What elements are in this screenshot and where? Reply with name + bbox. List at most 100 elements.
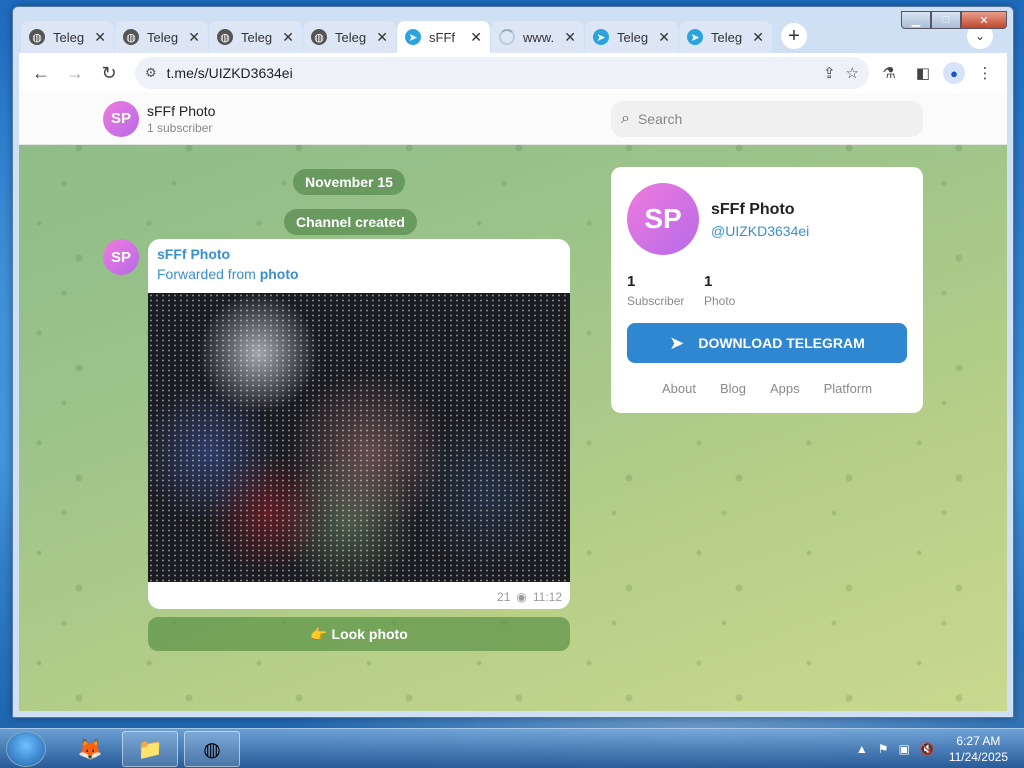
channel-title[interactable]: sFFf Photo xyxy=(147,103,215,119)
message-meta: 21 ◉ 11:12 xyxy=(497,590,562,604)
new-tab-button[interactable]: + xyxy=(781,23,807,49)
photo-noise xyxy=(148,293,570,582)
app-fox-icon[interactable]: 🦊 xyxy=(62,731,118,767)
message-avatar[interactable]: SP xyxy=(103,239,139,275)
file-explorer-icon[interactable]: 📁 xyxy=(122,731,178,767)
link-apps[interactable]: Apps xyxy=(770,381,800,396)
back-button[interactable]: ← xyxy=(27,59,55,87)
close-icon[interactable]: ✕ xyxy=(752,29,764,46)
telegram-icon: ➤ xyxy=(687,29,703,45)
side-panel-icon[interactable]: ◧ xyxy=(909,59,937,87)
stat-label: Photo xyxy=(704,294,736,308)
globe-icon: ◍ xyxy=(217,29,233,45)
message-photo[interactable] xyxy=(148,293,570,582)
browser-tab-active[interactable]: ➤ sFFf ✕ xyxy=(397,21,490,53)
forwarded-prefix: Forwarded from xyxy=(157,266,260,282)
share-icon[interactable]: ⇪ xyxy=(823,64,836,82)
subscriber-count: 1 subscriber xyxy=(147,120,213,135)
tab-title: Teleg xyxy=(147,29,179,45)
message-bubble: sFFf Photo Forwarded from photo 21 ◉ 11:… xyxy=(148,239,570,609)
browser-tab[interactable]: ◍ Teleg ✕ xyxy=(115,21,208,53)
forwarded-source-link[interactable]: photo xyxy=(260,266,299,282)
channel-avatar-large: SP xyxy=(627,183,699,255)
globe-icon: ◍ xyxy=(123,29,139,45)
labs-icon[interactable]: ⚗ xyxy=(875,59,903,87)
footer-links: About Blog Apps Platform xyxy=(611,381,923,396)
browser-tab[interactable]: ➤ Teleg ✕ xyxy=(679,21,772,53)
browser-tab[interactable]: ◍ Teleg ✕ xyxy=(209,21,302,53)
browser-toolbar: ← → ↻ ⚙ t.me/s/UIZKD3634ei ⇪ ☆ ⚗ ◧ ● ⋮ xyxy=(19,53,1007,93)
window-controls: ▁ □ ✕ xyxy=(901,11,1007,29)
link-blog[interactable]: Blog xyxy=(720,381,746,396)
link-about[interactable]: About xyxy=(662,381,696,396)
channel-info-card: SP sFFf Photo @UIZKD3634ei 1 Subscriber … xyxy=(611,167,923,413)
url-text[interactable]: t.me/s/UIZKD3634ei xyxy=(167,65,813,81)
close-icon[interactable]: ✕ xyxy=(376,29,388,46)
browser-tab[interactable]: www. ✕ xyxy=(491,21,584,53)
telegram-page: SP sFFf Photo 1 subscriber ⌕ Search Nove… xyxy=(19,93,1007,711)
service-message: Channel created xyxy=(284,209,417,235)
browser-tab[interactable]: ◍ Teleg ✕ xyxy=(303,21,396,53)
download-telegram-button[interactable]: ➤ DOWNLOAD TELEGRAM xyxy=(627,323,907,363)
tab-title: Teleg xyxy=(617,29,649,45)
forward-button[interactable]: → xyxy=(61,59,89,87)
taskbar: 🦊 📁 ◍ ▲ ⚑ ▣ 🔇 6:27 AM 11/24/2025 xyxy=(0,728,1024,768)
browser-tab[interactable]: ◍ Teleg ✕ xyxy=(21,21,114,53)
start-button[interactable] xyxy=(6,731,46,767)
look-photo-button[interactable]: 👉 Look photo xyxy=(148,617,570,651)
tab-title: www. xyxy=(523,29,555,45)
stat-photos: 1 Photo xyxy=(704,273,735,308)
channel-header-info: sFFf Photo 1 subscriber xyxy=(147,103,215,135)
clock-time: 6:27 AM xyxy=(956,734,1001,748)
close-icon[interactable]: ✕ xyxy=(564,29,576,46)
channel-avatar[interactable]: SP xyxy=(103,100,139,137)
channel-handle[interactable]: @UIZKD3634ei xyxy=(711,223,809,239)
site-info-icon[interactable]: ⚙ xyxy=(145,65,157,81)
loading-icon xyxy=(499,29,515,45)
tab-title: sFFf xyxy=(429,29,455,45)
minimize-button[interactable]: ▁ xyxy=(901,11,931,29)
telegram-plane-icon: ➤ xyxy=(669,332,685,353)
show-hidden-icons-icon[interactable]: ▲ xyxy=(856,742,868,756)
system-tray: ▲ ⚑ ▣ 🔇 6:27 AM 11/24/2025 xyxy=(856,729,1008,768)
browser-taskbar-icon[interactable]: ◍ xyxy=(184,731,240,767)
tab-strip: ◍ Teleg ✕ ◍ Teleg ✕ ◍ Teleg ✕ ◍ Teleg ✕ … xyxy=(21,19,993,53)
stat-label: Subscriber xyxy=(627,294,685,308)
bookmark-star-icon[interactable]: ☆ xyxy=(846,64,859,82)
date-separator: November 15 xyxy=(293,169,405,195)
tab-title: Teleg xyxy=(335,29,367,45)
download-label: DOWNLOAD TELEGRAM xyxy=(698,335,865,351)
close-icon[interactable]: ✕ xyxy=(658,29,670,46)
channel-title: sFFf Photo xyxy=(711,201,795,218)
link-platform[interactable]: Platform xyxy=(824,381,872,396)
telegram-icon: ➤ xyxy=(593,29,609,45)
clock-date: 11/24/2025 xyxy=(948,750,1008,764)
close-icon[interactable]: ✕ xyxy=(188,29,200,46)
menu-icon[interactable]: ⋮ xyxy=(971,59,999,87)
tab-title: Teleg xyxy=(241,29,273,45)
message-author[interactable]: sFFf Photo xyxy=(157,246,230,262)
network-icon[interactable]: ▣ xyxy=(899,742,910,756)
tab-title: Teleg xyxy=(53,29,85,45)
telegram-icon: ➤ xyxy=(405,29,421,45)
search-input[interactable]: ⌕ Search xyxy=(611,101,923,137)
reload-button[interactable]: ↻ xyxy=(95,59,123,87)
close-icon[interactable]: ✕ xyxy=(282,29,294,46)
browser-tab[interactable]: ➤ Teleg ✕ xyxy=(585,21,678,53)
search-icon: ⌕ xyxy=(621,110,630,127)
forwarded-from: Forwarded from photo xyxy=(157,266,299,282)
clock[interactable]: 6:27 AM 11/24/2025 xyxy=(949,733,1008,765)
search-placeholder: Search xyxy=(637,111,683,127)
tab-title: Teleg xyxy=(711,29,743,45)
close-icon[interactable]: ✕ xyxy=(470,29,482,46)
action-center-icon[interactable]: ⚑ xyxy=(878,742,889,756)
maximize-button[interactable]: □ xyxy=(931,11,961,29)
address-bar[interactable]: ⚙ t.me/s/UIZKD3634ei ⇪ ☆ xyxy=(135,57,869,89)
profile-icon[interactable]: ● xyxy=(943,62,965,84)
volume-icon[interactable]: 🔇 xyxy=(920,742,935,756)
close-icon[interactable]: ✕ xyxy=(94,29,106,46)
close-window-button[interactable]: ✕ xyxy=(961,11,1007,29)
browser-window: ▁ □ ✕ ◍ Teleg ✕ ◍ Teleg ✕ ◍ Teleg ✕ ◍ Te… xyxy=(12,6,1014,718)
view-count: 21 xyxy=(497,590,511,604)
globe-icon: ◍ xyxy=(311,29,327,45)
